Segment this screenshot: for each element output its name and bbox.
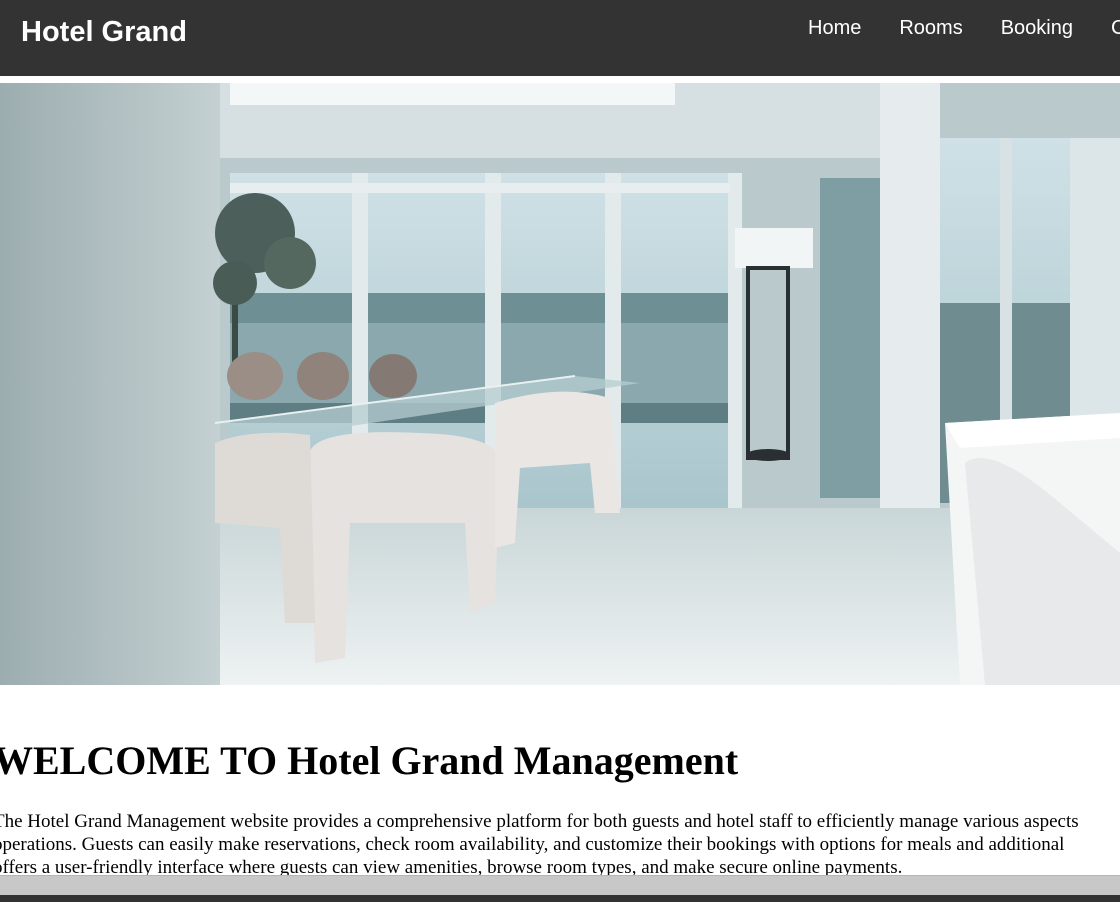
nav-link-rooms[interactable]: Rooms xyxy=(899,17,962,40)
hero-image xyxy=(0,83,1120,685)
nav-link-home[interactable]: Home xyxy=(808,17,861,40)
nav-menu: Home Rooms Booking C xyxy=(808,17,1120,40)
footer-strip xyxy=(0,895,1120,902)
intro-paragraph: The Hotel Grand Management website provi… xyxy=(0,810,1120,879)
intro-line: The Hotel Grand Management website provi… xyxy=(0,811,1079,832)
nav-link-booking[interactable]: Booking xyxy=(1001,17,1073,40)
horizontal-scrollbar[interactable] xyxy=(0,875,1120,896)
intro-line: operations. Guests can easily make reser… xyxy=(0,834,1065,855)
top-navbar: Hotel Grand Home Rooms Booking C xyxy=(0,0,1120,76)
nav-link-contact[interactable]: C xyxy=(1111,17,1120,40)
site-brand[interactable]: Hotel Grand xyxy=(21,16,187,49)
welcome-heading: WELCOME TO Hotel Grand Management xyxy=(0,738,739,783)
